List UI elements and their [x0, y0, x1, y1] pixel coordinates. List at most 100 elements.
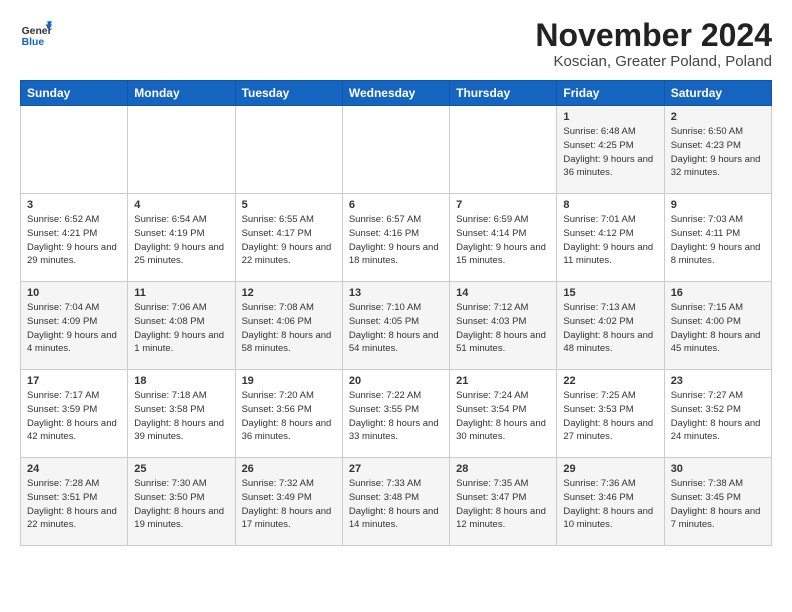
calendar-cell: 29 Sunrise: 7:36 AM Sunset: 3:46 PM Dayli… [557, 458, 664, 546]
calendar-cell: 16Sunrise: 7:15 AM Sunset: 4:00 PM Dayli… [664, 282, 771, 370]
day-info: Sunrise: 7:01 AM Sunset: 4:12 PM Dayligh… [563, 213, 657, 268]
calendar-cell: 5Sunrise: 6:55 AM Sunset: 4:17 PM Daylig… [235, 194, 342, 282]
calendar-cell: 13 Sunrise: 7:10 AM Sunset: 4:05 PM Dayli… [342, 282, 449, 370]
calendar-cell: 18 Sunrise: 7:18 AM Sunset: 3:58 PM Dayli… [128, 370, 235, 458]
day-number: 25 [134, 463, 228, 475]
day-info: Sunrise: 7:33 AM Sunset: 3:48 PM Dayligh… [349, 477, 443, 532]
day-number: 18 [134, 375, 228, 387]
day-info: Sunrise: 7:12 AM Sunset: 4:03 PM Dayligh… [456, 301, 550, 356]
day-number: 17 [27, 375, 121, 387]
day-info: Sunrise: 7:22 AM Sunset: 3:55 PM Dayligh… [349, 389, 443, 444]
day-info: Sunrise: 7:08 AM Sunset: 4:06 PM Dayligh… [242, 301, 336, 356]
day-number: 24 [27, 463, 121, 475]
calendar-cell: 15Sunrise: 7:13 AM Sunset: 4:02 PM Dayli… [557, 282, 664, 370]
day-info: Sunrise: 7:18 AM Sunset: 3:58 PM Dayligh… [134, 389, 228, 444]
day-info: Sunrise: 7:03 AM Sunset: 4:11 PM Dayligh… [671, 213, 765, 268]
day-info: Sunrise: 7:25 AM Sunset: 3:53 PM Dayligh… [563, 389, 657, 444]
svg-text:Blue: Blue [22, 37, 45, 48]
day-number: 19 [242, 375, 336, 387]
day-info: Sunrise: 7:24 AM Sunset: 3:54 PM Dayligh… [456, 389, 550, 444]
calendar-cell: 7 Sunrise: 6:59 AM Sunset: 4:14 PM Daylig… [450, 194, 557, 282]
calendar-week-4: 24 Sunrise: 7:28 AM Sunset: 3:51 PM Dayli… [21, 458, 772, 546]
calendar-week-0: 1 Sunrise: 6:48 AM Sunset: 4:25 PM Daylig… [21, 106, 772, 194]
day-info: Sunrise: 6:48 AM Sunset: 4:25 PM Dayligh… [563, 125, 657, 180]
calendar-cell: 8 Sunrise: 7:01 AM Sunset: 4:12 PM Daylig… [557, 194, 664, 282]
day-number: 1 [563, 111, 657, 123]
calendar-cell: 9 Sunrise: 7:03 AM Sunset: 4:11 PM Daylig… [664, 194, 771, 282]
day-number: 26 [242, 463, 336, 475]
day-info: Sunrise: 7:17 AM Sunset: 3:59 PM Dayligh… [27, 389, 121, 444]
day-info: Sunrise: 7:06 AM Sunset: 4:08 PM Dayligh… [134, 301, 228, 356]
day-info: Sunrise: 7:35 AM Sunset: 3:47 PM Dayligh… [456, 477, 550, 532]
day-number: 10 [27, 287, 121, 299]
header: General Blue November 2024 Koscian, Grea… [20, 18, 772, 70]
logo-icon: General Blue [20, 18, 52, 50]
calendar-cell: 10 Sunrise: 7:04 AM Sunset: 4:09 PM Dayli… [21, 282, 128, 370]
calendar-cell: 14 Sunrise: 7:12 AM Sunset: 4:03 PM Dayli… [450, 282, 557, 370]
day-number: 11 [134, 287, 228, 299]
day-number: 15 [563, 287, 657, 299]
day-number: 2 [671, 111, 765, 123]
calendar-week-1: 3Sunrise: 6:52 AM Sunset: 4:21 PM Daylig… [21, 194, 772, 282]
day-number: 3 [27, 199, 121, 211]
day-number: 14 [456, 287, 550, 299]
day-number: 7 [456, 199, 550, 211]
calendar-week-2: 10 Sunrise: 7:04 AM Sunset: 4:09 PM Dayli… [21, 282, 772, 370]
calendar-cell: 21 Sunrise: 7:24 AM Sunset: 3:54 PM Dayli… [450, 370, 557, 458]
day-number: 4 [134, 199, 228, 211]
day-info: Sunrise: 7:28 AM Sunset: 3:51 PM Dayligh… [27, 477, 121, 532]
day-number: 30 [671, 463, 765, 475]
col-monday: Monday [128, 81, 235, 106]
day-number: 20 [349, 375, 443, 387]
day-info: Sunrise: 7:04 AM Sunset: 4:09 PM Dayligh… [27, 301, 121, 356]
day-info: Sunrise: 7:32 AM Sunset: 3:49 PM Dayligh… [242, 477, 336, 532]
calendar-cell: 4 Sunrise: 6:54 AM Sunset: 4:19 PM Daylig… [128, 194, 235, 282]
day-info: Sunrise: 7:10 AM Sunset: 4:05 PM Dayligh… [349, 301, 443, 356]
calendar-cell: 6Sunrise: 6:57 AM Sunset: 4:16 PM Daylig… [342, 194, 449, 282]
calendar-cell: 2Sunrise: 6:50 AM Sunset: 4:23 PM Daylig… [664, 106, 771, 194]
day-info: Sunrise: 7:15 AM Sunset: 4:00 PM Dayligh… [671, 301, 765, 356]
calendar-cell: 22 Sunrise: 7:25 AM Sunset: 3:53 PM Dayli… [557, 370, 664, 458]
day-number: 5 [242, 199, 336, 211]
calendar-cell: 11 Sunrise: 7:06 AM Sunset: 4:08 PM Dayli… [128, 282, 235, 370]
page: General Blue November 2024 Koscian, Grea… [0, 0, 792, 556]
page-title: November 2024 [535, 18, 772, 53]
col-saturday: Saturday [664, 81, 771, 106]
calendar-cell: 3Sunrise: 6:52 AM Sunset: 4:21 PM Daylig… [21, 194, 128, 282]
calendar-cell: 24 Sunrise: 7:28 AM Sunset: 3:51 PM Dayli… [21, 458, 128, 546]
day-info: Sunrise: 7:27 AM Sunset: 3:52 PM Dayligh… [671, 389, 765, 444]
calendar-cell: 17 Sunrise: 7:17 AM Sunset: 3:59 PM Dayli… [21, 370, 128, 458]
col-wednesday: Wednesday [342, 81, 449, 106]
day-number: 13 [349, 287, 443, 299]
day-number: 29 [563, 463, 657, 475]
day-number: 28 [456, 463, 550, 475]
day-info: Sunrise: 7:38 AM Sunset: 3:45 PM Dayligh… [671, 477, 765, 532]
day-info: Sunrise: 6:54 AM Sunset: 4:19 PM Dayligh… [134, 213, 228, 268]
calendar-cell: 26 Sunrise: 7:32 AM Sunset: 3:49 PM Dayli… [235, 458, 342, 546]
calendar-cell: 1 Sunrise: 6:48 AM Sunset: 4:25 PM Daylig… [557, 106, 664, 194]
col-thursday: Thursday [450, 81, 557, 106]
day-info: Sunrise: 7:30 AM Sunset: 3:50 PM Dayligh… [134, 477, 228, 532]
calendar-cell [235, 106, 342, 194]
calendar-cell [128, 106, 235, 194]
calendar-cell: 25 Sunrise: 7:30 AM Sunset: 3:50 PM Dayli… [128, 458, 235, 546]
calendar-table: Sunday Monday Tuesday Wednesday Thursday… [20, 80, 772, 546]
col-tuesday: Tuesday [235, 81, 342, 106]
day-number: 21 [456, 375, 550, 387]
logo: General Blue [20, 18, 52, 50]
day-info: Sunrise: 6:57 AM Sunset: 4:16 PM Dayligh… [349, 213, 443, 268]
calendar-cell [342, 106, 449, 194]
day-number: 27 [349, 463, 443, 475]
day-info: Sunrise: 6:59 AM Sunset: 4:14 PM Dayligh… [456, 213, 550, 268]
day-number: 8 [563, 199, 657, 211]
header-row: Sunday Monday Tuesday Wednesday Thursday… [21, 81, 772, 106]
day-info: Sunrise: 7:36 AM Sunset: 3:46 PM Dayligh… [563, 477, 657, 532]
calendar-cell: 30 Sunrise: 7:38 AM Sunset: 3:45 PM Dayli… [664, 458, 771, 546]
page-subtitle: Koscian, Greater Poland, Poland [535, 53, 772, 70]
day-number: 22 [563, 375, 657, 387]
day-info: Sunrise: 7:20 AM Sunset: 3:56 PM Dayligh… [242, 389, 336, 444]
col-friday: Friday [557, 81, 664, 106]
col-sunday: Sunday [21, 81, 128, 106]
calendar-cell: 20 Sunrise: 7:22 AM Sunset: 3:55 PM Dayli… [342, 370, 449, 458]
day-number: 9 [671, 199, 765, 211]
